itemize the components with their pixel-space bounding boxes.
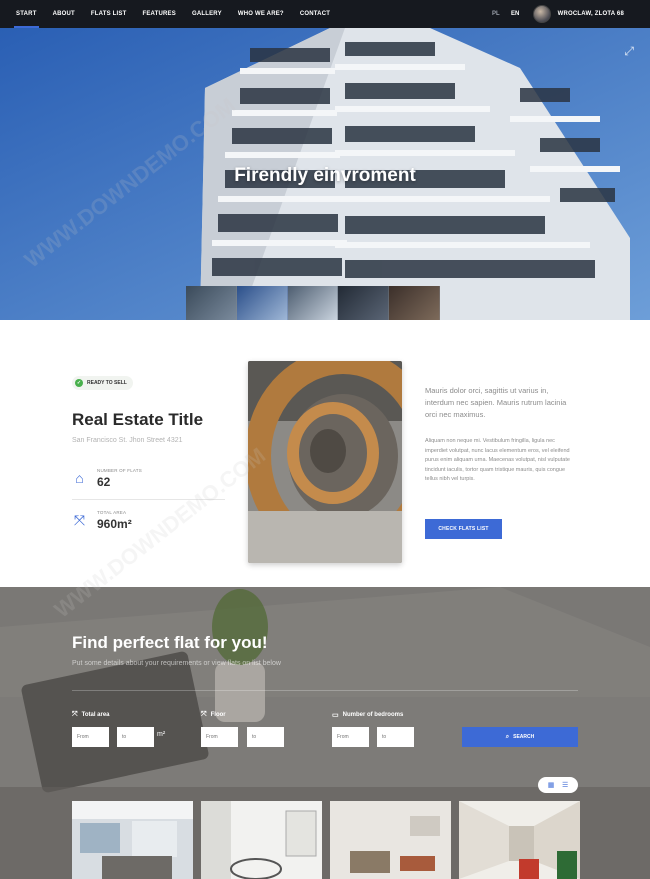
avatar <box>532 5 551 23</box>
floor-icon: ⤧ <box>201 711 207 718</box>
user-location-label: WROCLAW, ZLOTA 68 <box>557 11 624 17</box>
divider <box>72 499 225 500</box>
nav-item-contact[interactable]: CONTACT <box>300 0 330 28</box>
thumbnail[interactable] <box>287 286 339 320</box>
thumbnail[interactable] <box>186 286 237 320</box>
property-address: San Francisco St. Jhon Street 4321 <box>72 437 183 444</box>
nav-item-gallery[interactable]: GALLERY <box>192 0 222 28</box>
stat-value: 62 <box>97 475 111 489</box>
thumbnail[interactable] <box>338 286 390 320</box>
lang-pl[interactable]: PL <box>492 0 500 28</box>
nav-item-features[interactable]: FEATURES <box>142 0 176 28</box>
top-navigation: START ABOUT FLATS LIST FEATURES GALLERY … <box>0 0 650 28</box>
filter-label-total-area: ⤧ Total area <box>72 711 110 718</box>
filter-label-floor: ⤧ Floor <box>201 711 226 718</box>
lang-en[interactable]: EN <box>511 0 519 28</box>
property-title: Real Estate Title <box>72 410 204 429</box>
stat-label: NUMBER OF FLATS <box>97 468 142 473</box>
total-area-from-input[interactable] <box>72 727 109 747</box>
hero-title: Firendly einvroment <box>234 165 416 186</box>
list-view-icon[interactable]: ☰ <box>562 781 568 789</box>
description-lead: Mauris dolor orci, sagittis ut varius in… <box>425 386 567 419</box>
stat-total-area: ⤧ TOTAL AREA 960m² <box>72 510 132 531</box>
flat-card[interactable] <box>459 801 580 879</box>
flat-card[interactable] <box>72 801 193 879</box>
total-area-to-input[interactable] <box>117 727 154 747</box>
expand-icon[interactable]: ⤢ <box>624 44 634 59</box>
property-photo <box>248 361 402 563</box>
flats-grid <box>72 801 588 879</box>
thumbnail[interactable] <box>236 286 288 320</box>
flat-card[interactable] <box>201 801 322 879</box>
area-unit-label: m² <box>157 731 166 738</box>
stat-label: TOTAL AREA <box>97 510 127 515</box>
search-icon: ⌕ <box>505 733 510 740</box>
stat-number-of-flats: ⌂ NUMBER OF FLATS 62 <box>72 468 142 489</box>
filter-label-bedrooms: ▭ Number of bedrooms <box>332 712 404 719</box>
search-button[interactable]: ⌕ SEARCH <box>462 727 578 747</box>
flat-card[interactable] <box>330 801 451 879</box>
bedrooms-from-input[interactable] <box>332 727 369 747</box>
gallery-thumbnails <box>186 286 440 320</box>
nav-item-about[interactable]: ABOUT <box>53 0 75 28</box>
nav-item-start[interactable]: START <box>14 0 39 28</box>
hero-banner: Firendly einvroment ⤢ <box>0 28 650 320</box>
grid-view-icon[interactable]: ▦ <box>548 781 555 789</box>
search-subtitle: Put some details about your requirements… <box>72 660 281 667</box>
user-menu[interactable]: WROCLAW, ZLOTA 68 <box>532 5 624 23</box>
search-button-label: SEARCH <box>513 734 535 740</box>
bedrooms-to-input[interactable] <box>377 727 414 747</box>
description-body: Aliquam non neque mi. Vestibulum fringil… <box>425 438 570 482</box>
thumbnail[interactable] <box>389 286 440 320</box>
floor-from-input[interactable] <box>201 727 238 747</box>
divider <box>72 690 578 691</box>
status-badge-label: READY TO SELL <box>87 380 127 386</box>
stat-value: 960m² <box>97 517 132 531</box>
floor-to-input[interactable] <box>247 727 284 747</box>
area-icon: ⤧ <box>72 711 78 718</box>
bed-icon: ▭ <box>332 712 339 719</box>
search-title: Find perfect flat for you! <box>72 633 268 652</box>
check-icon: ✓ <box>75 379 83 387</box>
home-icon: ⌂ <box>75 470 84 486</box>
view-toggle: ▦ ☰ <box>538 777 578 793</box>
nav-item-who-we-are[interactable]: WHO WE ARE? <box>238 0 284 28</box>
status-badge: ✓ READY TO SELL <box>72 376 133 390</box>
area-icon: ⤧ <box>73 512 86 528</box>
check-flats-list-button[interactable]: CHECK FLATS LIST <box>425 519 502 539</box>
nav-item-flats-list[interactable]: FLATS LIST <box>91 0 127 28</box>
